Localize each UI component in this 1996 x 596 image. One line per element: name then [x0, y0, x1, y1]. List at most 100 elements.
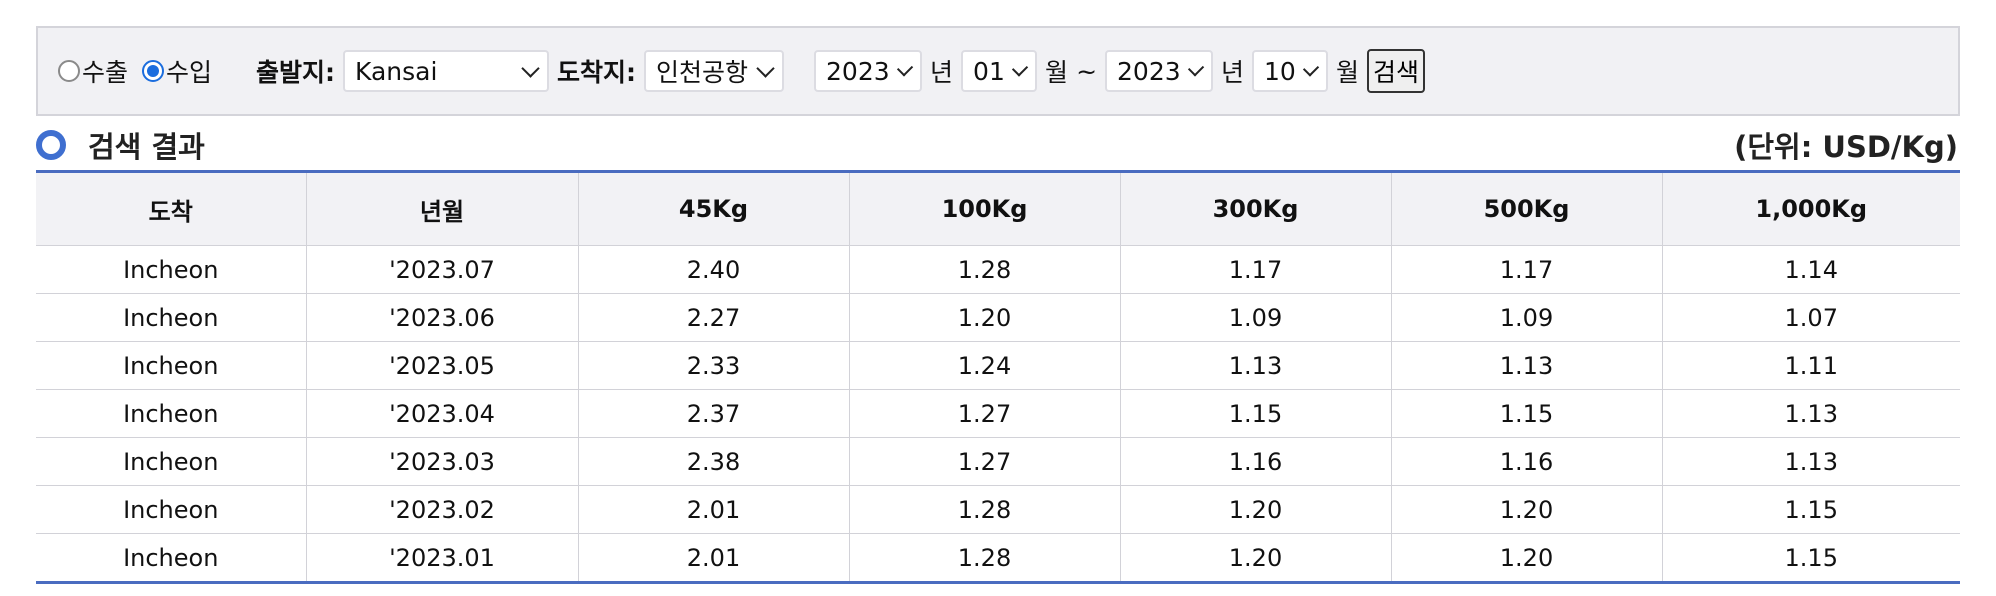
table-cell: 1.15: [1119, 389, 1392, 438]
import-radio-option[interactable]: 수입: [142, 53, 212, 89]
trade-type-radio-group: 수출 수입: [58, 53, 226, 89]
column-header-500kg: 500Kg: [1390, 171, 1663, 246]
table-cell: '2023.02: [305, 485, 579, 534]
table-cell: 2.01: [577, 485, 850, 534]
chevron-down-icon: [521, 58, 540, 78]
table-cell: 1.20: [848, 293, 1121, 342]
end-month-select[interactable]: 10: [1252, 50, 1329, 92]
table-row: Incheon '2023.07 2.40 1.28 1.17 1.17 1.1…: [36, 245, 1960, 294]
column-header-1000kg: 1,000Kg: [1661, 171, 1960, 246]
table-cell: '2023.05: [305, 341, 579, 390]
results-title-group: 검색 결과: [36, 124, 205, 166]
search-filter-bar: 수출 수입 출발지: Kansai 도착지: 인천공항 2023 년 01 월 …: [36, 26, 1960, 116]
end-month-value: 10: [1264, 56, 1296, 86]
results-table: 도착 년월 45Kg 100Kg 300Kg 500Kg 1,000Kg Inc…: [36, 170, 1960, 584]
origin-select-value: Kansai: [355, 56, 438, 86]
table-cell: 1.15: [1390, 389, 1663, 438]
export-radio[interactable]: [58, 60, 80, 82]
table-cell: 1.16: [1390, 437, 1663, 486]
column-header-year-month: 년월: [305, 171, 579, 246]
table-cell: 2.40: [577, 245, 850, 294]
table-row: Incheon '2023.06 2.27 1.20 1.09 1.09 1.0…: [36, 293, 1960, 342]
table-cell: 1.09: [1390, 293, 1663, 342]
table-cell: 1.20: [1390, 485, 1663, 534]
table-cell: 1.09: [1119, 293, 1392, 342]
table-cell: 1.15: [1661, 533, 1960, 583]
table-cell: 2.27: [577, 293, 850, 342]
chevron-down-icon: [896, 59, 914, 77]
table-cell: 1.07: [1661, 293, 1960, 342]
table-cell: 2.37: [577, 389, 850, 438]
destination-label: 도착지:: [557, 58, 637, 87]
table-cell: '2023.07: [305, 245, 579, 294]
chevron-down-icon: [1187, 59, 1205, 77]
table-cell: Incheon: [36, 389, 307, 438]
results-title: 검색 결과: [88, 130, 205, 164]
table-cell: 2.38: [577, 437, 850, 486]
table-cell: '2023.01: [305, 533, 579, 583]
table-cell: '2023.04: [305, 389, 579, 438]
table-cell: 1.20: [1119, 485, 1392, 534]
table-cell: 1.20: [1119, 533, 1392, 583]
table-cell: Incheon: [36, 293, 307, 342]
table-cell: 1.27: [848, 389, 1121, 438]
start-month-value: 01: [973, 56, 1005, 86]
table-cell: Incheon: [36, 533, 307, 583]
table-cell: 1.13: [1390, 341, 1663, 390]
table-cell: 1.27: [848, 437, 1121, 486]
table-cell: 1.14: [1661, 245, 1960, 294]
table-row: Incheon '2023.04 2.37 1.27 1.15 1.15 1.1…: [36, 389, 1960, 438]
table-cell: 2.01: [577, 533, 850, 583]
origin-label: 출발지:: [256, 58, 336, 87]
table-cell: 1.20: [1390, 533, 1663, 583]
range-separator: ~: [1076, 56, 1098, 86]
table-cell: 1.28: [848, 485, 1121, 534]
search-button[interactable]: 검색: [1367, 49, 1426, 93]
table-cell: 2.33: [577, 341, 850, 390]
import-radio[interactable]: [142, 60, 165, 82]
table-cell: 1.13: [1119, 341, 1392, 390]
end-year-value: 2023: [1117, 56, 1181, 86]
table-cell: Incheon: [36, 437, 307, 486]
export-radio-option[interactable]: 수출: [58, 53, 128, 89]
ring-bullet-icon: [36, 130, 66, 160]
table-header-row: 도착 년월 45Kg 100Kg 300Kg 500Kg 1,000Kg: [36, 171, 1960, 246]
table-cell: Incheon: [36, 341, 307, 390]
table-cell: 1.13: [1661, 437, 1960, 486]
origin-select[interactable]: Kansai: [343, 50, 550, 92]
start-year-unit: 년: [930, 58, 954, 87]
start-year-value: 2023: [826, 56, 890, 86]
start-month-select[interactable]: 01: [961, 50, 1038, 92]
table-row: Incheon '2023.02 2.01 1.28 1.20 1.20 1.1…: [36, 485, 1960, 534]
table-cell: 1.17: [1390, 245, 1663, 294]
destination-select-value: 인천공항: [656, 58, 749, 87]
table-row: Incheon '2023.03 2.38 1.27 1.16 1.16 1.1…: [36, 437, 1960, 486]
chevron-down-icon: [1011, 59, 1029, 77]
table-cell: 1.16: [1119, 437, 1392, 486]
column-header-45kg: 45Kg: [577, 171, 850, 246]
table-cell: 1.28: [848, 245, 1121, 294]
unit-note: (단위: USD/Kg): [1734, 130, 1958, 164]
chevron-down-icon: [756, 58, 775, 78]
chevron-down-icon: [1302, 59, 1320, 77]
column-header-300kg: 300Kg: [1119, 171, 1392, 246]
export-radio-label: 수출: [82, 58, 129, 87]
end-year-unit: 년: [1221, 58, 1245, 87]
table-row: Incheon '2023.01 2.01 1.28 1.20 1.20 1.1…: [36, 533, 1960, 583]
table-cell: Incheon: [36, 245, 307, 294]
results-header: 검색 결과 (단위: USD/Kg): [36, 122, 1960, 168]
table-cell: 1.28: [848, 533, 1121, 583]
table-cell: '2023.06: [305, 293, 579, 342]
table-cell: Incheon: [36, 485, 307, 534]
import-radio-label: 수입: [166, 58, 213, 87]
destination-select[interactable]: 인천공항: [644, 50, 785, 92]
table-cell: 1.17: [1119, 245, 1392, 294]
end-year-select[interactable]: 2023: [1105, 50, 1214, 92]
table-cell: 1.15: [1661, 485, 1960, 534]
start-year-select[interactable]: 2023: [814, 50, 923, 92]
table-cell: 1.24: [848, 341, 1121, 390]
end-month-unit: 월: [1336, 58, 1360, 87]
column-header-100kg: 100Kg: [848, 171, 1121, 246]
table-cell: '2023.03: [305, 437, 579, 486]
table-cell: 1.13: [1661, 389, 1960, 438]
